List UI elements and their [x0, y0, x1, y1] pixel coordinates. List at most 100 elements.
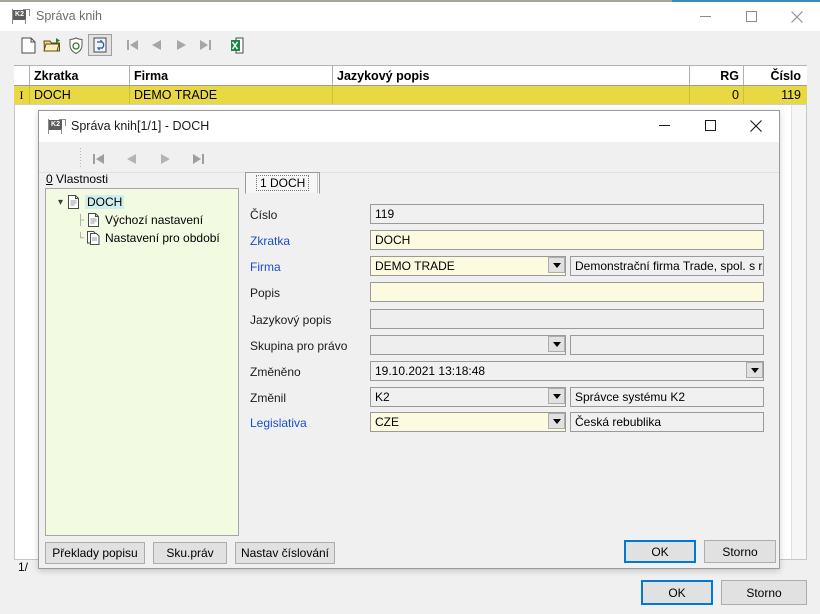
- grid-column-header-rg[interactable]: RG: [690, 66, 744, 85]
- chevron-down-icon[interactable]: [548, 388, 565, 404]
- dialog-storno-button[interactable]: Storno: [704, 540, 776, 563]
- tree-item-vychozi-nastaveni[interactable]: ├ Výchozí nastavení: [74, 213, 203, 227]
- properties-text: Vlastnosti: [52, 172, 109, 186]
- tab-doch[interactable]: 1 DOCH: [245, 172, 321, 194]
- record-counter: 1/: [18, 560, 29, 574]
- input-zmenil-name: Správce systému K2: [570, 387, 764, 407]
- combo-firma-value[interactable]: DEMO TRADE: [370, 256, 566, 276]
- combo-zmeneno-value[interactable]: 19.10.2021 13:18:48: [370, 361, 764, 381]
- close-icon[interactable]: [774, 2, 820, 31]
- input-cislo[interactable]: 119: [370, 204, 764, 224]
- document-icon: [87, 213, 100, 227]
- refresh-document-icon[interactable]: [88, 34, 112, 56]
- main-window-title: Správa knih: [36, 9, 103, 23]
- maximize-icon[interactable]: [728, 2, 774, 31]
- dialog-action-buttons: Překlady popisu Sku.práv Nastav číslován…: [45, 542, 335, 564]
- grid-column-header-cislo[interactable]: Číslo: [744, 66, 805, 85]
- k2-app-icon: K2: [48, 119, 66, 135]
- tree-item-label: Výchozí nastavení: [105, 213, 204, 227]
- cell-cislo[interactable]: 119: [744, 86, 805, 104]
- preklady-popisu-button[interactable]: Překlady popisu: [45, 542, 145, 564]
- tree-item-label: DOCH: [85, 195, 125, 209]
- combo-firma[interactable]: DEMO TRADE: [370, 256, 566, 276]
- combo-zmenil[interactable]: K2: [370, 387, 566, 407]
- tree-item-label: Nastavení pro období: [105, 231, 220, 245]
- combo-skupina-pro-pravo[interactable]: [370, 335, 566, 355]
- main-footer-buttons: OK Storno: [641, 580, 807, 605]
- minimize-icon[interactable]: [682, 2, 728, 31]
- input-skupina-name: [570, 335, 764, 355]
- label-zkratka: Zkratka: [250, 234, 291, 248]
- minimize-icon[interactable]: [641, 111, 687, 140]
- label-zmenil: Změnil: [250, 391, 287, 405]
- label-legislativa: Legislativa: [250, 416, 307, 430]
- grid-column-header-firma[interactable]: Firma: [130, 66, 333, 85]
- combo-legislativa-value[interactable]: CZE: [370, 412, 566, 432]
- cell-rg[interactable]: 0: [690, 86, 744, 104]
- nastav-cislovani-button[interactable]: Nastav číslování: [235, 542, 335, 564]
- combo-legislativa[interactable]: CZE: [370, 412, 566, 432]
- grid-header: Zkratka Firma Jazykový popis RG Číslo: [14, 65, 807, 86]
- main-ok-button[interactable]: OK: [641, 580, 713, 605]
- input-legislativa-name: Česká rebublika: [570, 412, 764, 432]
- close-icon[interactable]: [733, 111, 779, 140]
- open-folder-icon[interactable]: [40, 34, 64, 56]
- next-record-icon[interactable]: [169, 34, 193, 56]
- chevron-down-icon[interactable]: ▾: [54, 197, 67, 208]
- properties-tree[interactable]: ▾ DOCH ├ Výchozí nastavení └ Nastavení p…: [45, 188, 239, 536]
- tree-connector-icon: └: [76, 232, 85, 244]
- tree-item-doch[interactable]: ▾ DOCH: [54, 195, 125, 209]
- combo-skupina-value[interactable]: [370, 335, 566, 355]
- main-toolbar: [0, 31, 820, 58]
- sku-prav-button[interactable]: Sku.práv: [153, 542, 227, 564]
- input-jazykovy-popis[interactable]: [370, 309, 764, 329]
- label-firma: Firma: [250, 260, 281, 274]
- row-marker-label: I: [19, 87, 24, 102]
- input-popis[interactable]: [370, 282, 764, 302]
- label-jazykovy-popis: Jazykový popis: [250, 313, 332, 327]
- label-skupina-pro-pravo: Skupina pro právo: [250, 339, 348, 353]
- tree-item-nastaveni-pro-obdobi[interactable]: └ Nastavení pro období: [74, 231, 220, 245]
- cell-zkratka[interactable]: DOCH: [30, 86, 130, 104]
- label-cislo: Číslo: [250, 208, 278, 222]
- titlebar-accent: [0, 0, 672, 2]
- excel-export-icon[interactable]: [226, 34, 250, 56]
- last-record-icon[interactable]: [186, 148, 210, 170]
- tabstrip: 1 DOCH: [245, 172, 735, 194]
- combo-zmenil-value[interactable]: K2: [370, 387, 566, 407]
- chevron-down-icon[interactable]: [548, 257, 565, 273]
- grid-column-header-jazykovy-popis[interactable]: Jazykový popis: [333, 66, 690, 85]
- label-zmeneno: Změněno: [250, 365, 301, 379]
- documents-icon: [87, 231, 100, 245]
- tab-label: 1 DOCH: [256, 175, 310, 191]
- chevron-down-icon[interactable]: [548, 413, 565, 429]
- table-row[interactable]: I DOCH DEMO TRADE 0 119: [14, 86, 807, 105]
- cell-jazykovy-popis[interactable]: [333, 86, 690, 104]
- chevron-down-icon[interactable]: [746, 362, 763, 378]
- last-record-icon[interactable]: [193, 34, 217, 56]
- row-marker-icon: I: [14, 86, 30, 104]
- grid-column-header-zkratka[interactable]: Zkratka: [30, 66, 130, 85]
- combo-zmeneno[interactable]: 19.10.2021 13:18:48: [370, 361, 764, 381]
- tree-connector-icon: ├: [76, 214, 85, 226]
- next-record-icon[interactable]: [153, 148, 177, 170]
- main-titlebar: K2 Správa knih: [0, 0, 820, 31]
- label-popis: Popis: [250, 286, 281, 300]
- cell-firma[interactable]: DEMO TRADE: [130, 86, 333, 104]
- chevron-down-icon[interactable]: [548, 336, 565, 352]
- input-zkratka[interactable]: DOCH: [370, 230, 764, 250]
- first-record-icon[interactable]: [87, 148, 111, 170]
- shield-print-icon[interactable]: [64, 34, 88, 56]
- main-storno-button[interactable]: Storno: [721, 580, 807, 605]
- toolbar-drag-handle[interactable]: [79, 147, 82, 167]
- document-icon: [67, 195, 80, 209]
- previous-record-icon[interactable]: [120, 148, 144, 170]
- new-document-icon[interactable]: [16, 34, 40, 56]
- dialog-ok-button[interactable]: OK: [624, 540, 696, 563]
- maximize-icon[interactable]: [687, 111, 733, 140]
- previous-record-icon[interactable]: [145, 34, 169, 56]
- input-firma-name: Demonstrační firma Trade, spol. s r.o.: [570, 256, 764, 276]
- properties-label: 0 Vlastnosti: [46, 172, 108, 186]
- grid-scrollbar[interactable]: [791, 105, 806, 559]
- first-record-icon[interactable]: [121, 34, 145, 56]
